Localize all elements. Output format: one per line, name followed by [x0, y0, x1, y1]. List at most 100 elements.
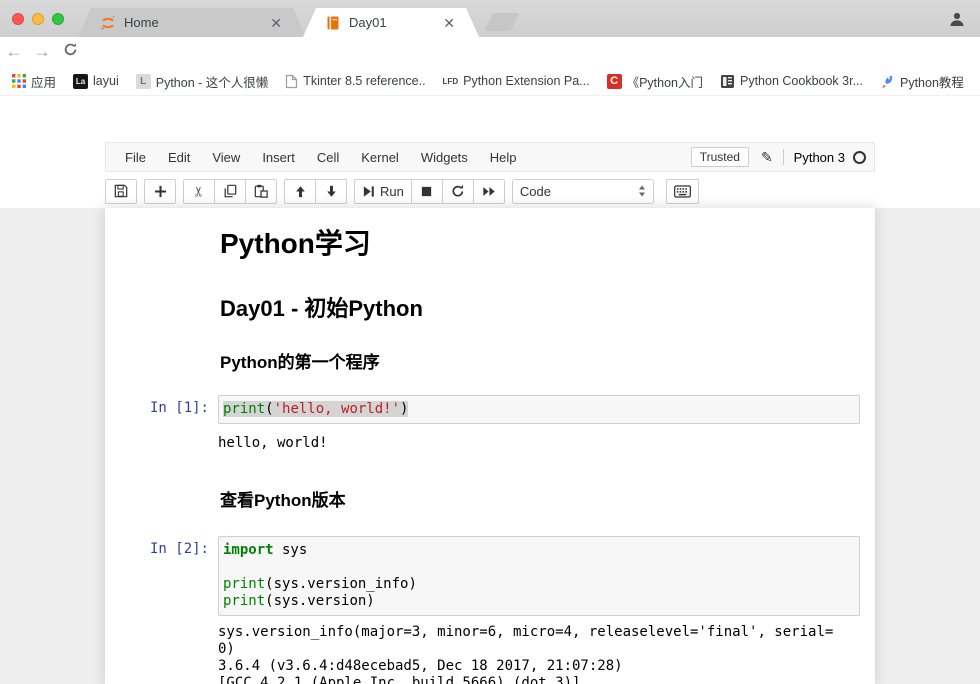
- tab-home[interactable]: Home ✕: [78, 8, 306, 37]
- bookmark-label: Python Extension Pa...: [463, 74, 589, 88]
- menu-edit[interactable]: Edit: [157, 150, 201, 165]
- step-forward-icon: [362, 185, 375, 198]
- tab-title: Day01: [349, 15, 441, 30]
- copy-cell-button[interactable]: [214, 179, 246, 204]
- arrow-down-icon: [325, 185, 338, 198]
- tab-title: Home: [124, 15, 268, 30]
- keyboard-icon: [674, 185, 691, 198]
- bookmark-apps[interactable]: 应用: [12, 72, 56, 91]
- output-text-1: hello, world!: [218, 434, 860, 452]
- code-input-1[interactable]: print('hello, world!'): [218, 395, 860, 424]
- kernel-idle-icon: [853, 151, 866, 164]
- code-cell-2[interactable]: In [2]: import sys print(sys.version_inf…: [105, 536, 875, 616]
- select-stepper-icon: [638, 185, 646, 197]
- bookmark-python-extension[interactable]: LFD Python Extension Pa...: [443, 74, 590, 88]
- paste-cell-button[interactable]: [245, 179, 277, 204]
- lfd-text-icon: LFD: [443, 77, 459, 86]
- window-minimize-button[interactable]: [32, 13, 44, 25]
- browser-address-bar: ← → ⓘ localhost:8888/notebooks/PythonCod…: [0, 37, 980, 67]
- bookmark-layui[interactable]: La layui: [73, 74, 119, 89]
- menu-cell[interactable]: Cell: [306, 150, 350, 165]
- bookmark-label: Python教程: [900, 72, 964, 91]
- cell-type-select[interactable]: Code: [512, 179, 654, 204]
- bookmarks-bar: 应用 La layui L Python - 这个人很懒 Tkinter 8.5…: [0, 67, 980, 96]
- divider: [783, 149, 784, 165]
- fast-forward-icon: [482, 185, 496, 198]
- trusted-button[interactable]: Trusted: [691, 147, 749, 167]
- bookmark-cookbook[interactable]: Python Cookbook 3r...: [720, 74, 863, 89]
- tab-day01[interactable]: Day01 ✕: [303, 8, 479, 37]
- heading-first-program: Python的第一个程序: [220, 348, 860, 373]
- run-button[interactable]: Run: [354, 179, 412, 204]
- stop-button[interactable]: [411, 179, 443, 204]
- input-prompt: In [1]:: [120, 395, 218, 424]
- jupyter-header: jupyter Day01 (autosaved) Logout: [0, 96, 980, 142]
- notebook-book-icon: [325, 15, 341, 31]
- menu-view[interactable]: View: [201, 150, 251, 165]
- output-prompt: [120, 434, 218, 452]
- code-cell-1[interactable]: In [1]: print('hello, world!'): [105, 395, 875, 424]
- command-palette-button[interactable]: [666, 179, 699, 204]
- notebook-background: Python学习 Day01 - 初始Python Python的第一个程序 I…: [0, 208, 980, 684]
- floppy-icon: [114, 184, 128, 198]
- plus-icon: [154, 185, 167, 198]
- bookmark-label: 应用: [31, 72, 56, 91]
- reload-icon[interactable]: [56, 42, 84, 62]
- kernel-name: Python 3: [794, 150, 845, 165]
- layui-icon: La: [73, 74, 88, 89]
- restart-kernel-button[interactable]: [442, 179, 474, 204]
- tab-close-icon[interactable]: ✕: [268, 14, 284, 32]
- heading-check-version: 查看Python版本: [220, 486, 860, 511]
- bookmark-python-tutorial[interactable]: Python教程: [880, 72, 964, 91]
- apps-grid-icon: [12, 74, 26, 88]
- menu-help[interactable]: Help: [479, 150, 528, 165]
- notebook-container: Python学习 Day01 - 初始Python Python的第一个程序 I…: [105, 208, 875, 684]
- profile-icon[interactable]: [948, 10, 966, 28]
- browser-tab-strip: Home ✕ Day01 ✕: [0, 0, 980, 37]
- restart-run-all-button[interactable]: [473, 179, 505, 204]
- save-button[interactable]: [105, 179, 137, 204]
- bookmark-label: Tkinter 8.5 reference..: [303, 74, 425, 88]
- jupyter-toolbar: ✂ Run Code: [105, 174, 980, 208]
- back-icon[interactable]: ←: [0, 42, 28, 62]
- scissors-icon: ✂: [190, 185, 207, 197]
- heading-day01: Day01 - 初始Python: [220, 291, 860, 323]
- copy-icon: [223, 184, 237, 198]
- cell-type-value: Code: [520, 184, 551, 199]
- jupyter-menubar: File Edit View Insert Cell Kernel Widget…: [105, 142, 875, 172]
- bookmark-python-intro[interactable]: C 《Python入门: [607, 72, 703, 91]
- letter-l-icon: L: [136, 74, 151, 89]
- pencil-icon: ✎: [761, 149, 773, 166]
- bookmark-label: Python Cookbook 3r...: [740, 74, 863, 88]
- menu-insert[interactable]: Insert: [251, 150, 306, 165]
- menu-file[interactable]: File: [114, 150, 157, 165]
- output-cell-2: sys.version_info(major=3, minor=6, micro…: [105, 623, 875, 684]
- stop-icon: [420, 185, 433, 198]
- add-cell-button[interactable]: [144, 179, 176, 204]
- c-red-icon: C: [607, 74, 622, 89]
- new-tab-button[interactable]: [485, 13, 519, 31]
- menu-kernel[interactable]: Kernel: [350, 150, 410, 165]
- move-cell-up-button[interactable]: [284, 179, 316, 204]
- window-close-button[interactable]: [12, 13, 24, 25]
- paste-icon: [254, 184, 268, 198]
- book-dark-icon: [720, 74, 735, 89]
- bookmark-tkinter[interactable]: Tkinter 8.5 reference..: [285, 74, 425, 89]
- output-prompt: [120, 623, 218, 684]
- input-prompt: In [2]:: [120, 536, 218, 616]
- forward-icon[interactable]: →: [28, 42, 56, 62]
- cut-cell-button[interactable]: ✂: [183, 179, 215, 204]
- menu-widgets[interactable]: Widgets: [410, 150, 479, 165]
- code-input-2[interactable]: import sys print(sys.version_info) print…: [218, 536, 860, 616]
- output-cell-1: hello, world!: [105, 434, 875, 452]
- bookmark-python-lazy[interactable]: L Python - 这个人很懒: [136, 72, 269, 91]
- page-icon: [285, 74, 298, 89]
- tab-close-icon[interactable]: ✕: [441, 14, 457, 32]
- bookmark-label: 《Python入门: [627, 72, 703, 91]
- bookmark-label: Python - 这个人很懒: [156, 72, 269, 91]
- move-cell-down-button[interactable]: [315, 179, 347, 204]
- window-zoom-button[interactable]: [52, 13, 64, 25]
- bookmark-label: layui: [93, 74, 119, 88]
- arrow-up-icon: [294, 185, 307, 198]
- refresh-icon: [451, 184, 465, 198]
